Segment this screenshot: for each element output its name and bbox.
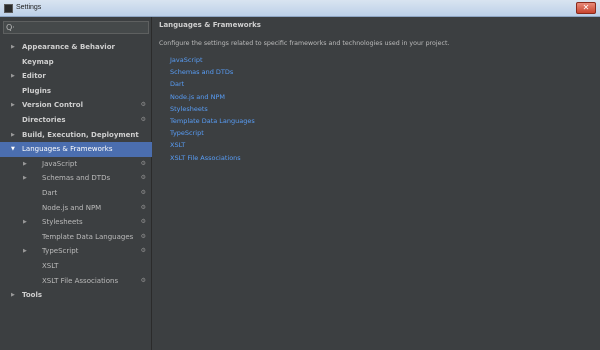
tree-item-label: Tools (22, 291, 43, 300)
tree-item[interactable]: XSLT File Associations ⚙ (0, 274, 152, 289)
project-settings-icon: ⚙ (140, 159, 146, 167)
tree-item[interactable]: ▶ TypeScript ⚙ (0, 244, 152, 259)
subsection-link[interactable]: JavaScript (170, 54, 255, 66)
collapse-arrow-icon[interactable]: ▶ (23, 157, 27, 172)
content-panel: Languages & Frameworks Configure the set… (153, 17, 600, 350)
settings-sidebar: Q· ▶ Appearance & Behavior Keymap ▶ Editor Pl… (0, 17, 152, 350)
tree-item[interactable]: Keymap (0, 55, 152, 70)
project-settings-icon: ⚙ (140, 232, 146, 240)
subsection-link[interactable]: XSLT File Associations (170, 152, 255, 164)
app-icon (4, 4, 13, 13)
subsection-link[interactable]: Template Data Languages (170, 115, 255, 127)
collapse-arrow-icon[interactable]: ▶ (11, 69, 15, 84)
subsection-link[interactable]: Stylesheets (170, 103, 255, 115)
title-bar: Settings ✕ (0, 0, 600, 17)
tree-item[interactable]: ▶ Appearance & Behavior (0, 40, 152, 55)
search-input[interactable]: Q· (3, 21, 149, 34)
window-title: Settings (16, 4, 42, 11)
collapse-arrow-icon[interactable]: ▶ (11, 288, 15, 303)
tree-item[interactable]: ▶ JavaScript ⚙ (0, 157, 152, 172)
tree-item-label: Plugins (22, 86, 52, 95)
tree-item-label: Schemas and DTDs (42, 174, 111, 183)
expand-arrow-icon[interactable]: ▼ (11, 142, 15, 157)
tree-item[interactable]: Directories ⚙ (0, 113, 152, 128)
search-icon: Q· (6, 23, 15, 32)
tree-item[interactable]: Node.js and NPM ⚙ (0, 201, 152, 216)
subsection-link[interactable]: Dart (170, 78, 255, 90)
tree-item-label: Directories (22, 115, 66, 124)
tree-item[interactable]: ▶ Editor (0, 69, 152, 84)
tree-item-label: Node.js and NPM (42, 203, 102, 212)
tree-item-label: Editor (22, 72, 46, 81)
tree-item[interactable]: Plugins (0, 84, 152, 99)
tree-item-label: Stylesheets (42, 218, 83, 227)
tree-item-label: TypeScript (42, 247, 79, 256)
close-button[interactable]: ✕ (576, 2, 596, 14)
subsection-links: JavaScript Schemas and DTDs Dart Node.js an… (170, 54, 255, 164)
tree-item-label: Build, Execution, Deployment (22, 130, 139, 139)
project-settings-icon: ⚙ (140, 188, 146, 196)
project-settings-icon: ⚙ (140, 203, 146, 211)
project-settings-icon: ⚙ (140, 174, 146, 182)
page-description: Configure the settings related to specif… (159, 40, 450, 47)
project-settings-icon: ⚙ (140, 247, 146, 255)
tree-item-label: Languages & Frameworks (22, 145, 113, 154)
tree-item-label: XSLT (42, 261, 59, 270)
subsection-link[interactable]: Schemas and DTDs (170, 66, 255, 78)
collapse-arrow-icon[interactable]: ▶ (23, 244, 27, 259)
project-settings-icon: ⚙ (140, 276, 146, 284)
tree-item[interactable]: XSLT (0, 259, 152, 274)
collapse-arrow-icon[interactable]: ▶ (23, 215, 27, 230)
tree-item[interactable]: ▶ Tools (0, 288, 152, 303)
settings-tree: ▶ Appearance & Behavior Keymap ▶ Editor Plugi… (0, 40, 152, 303)
tree-item[interactable]: Template Data Languages ⚙ (0, 230, 152, 245)
tree-item-label: JavaScript (42, 159, 78, 168)
tree-item[interactable]: ▶ Schemas and DTDs ⚙ (0, 171, 152, 186)
page-title: Languages & Frameworks (159, 21, 261, 29)
collapse-arrow-icon[interactable]: ▶ (11, 98, 15, 113)
collapse-arrow-icon[interactable]: ▶ (11, 40, 15, 55)
subsection-link[interactable]: XSLT (170, 139, 255, 151)
tree-item[interactable]: Dart ⚙ (0, 186, 152, 201)
collapse-arrow-icon[interactable]: ▶ (11, 128, 15, 143)
project-settings-icon: ⚙ (140, 218, 146, 226)
project-settings-icon: ⚙ (140, 115, 146, 123)
tree-item-label: Dart (42, 188, 58, 197)
tree-item-label: XSLT File Associations (42, 276, 119, 285)
tree-item-label: Template Data Languages (42, 232, 134, 241)
tree-item-label: Appearance & Behavior (22, 43, 115, 51)
tree-item[interactable]: ▶ Version Control ⚙ (0, 98, 152, 113)
project-settings-icon: ⚙ (140, 101, 146, 109)
tree-item[interactable]: ▼ Languages & Frameworks (0, 142, 152, 157)
tree-item-label: Version Control (22, 101, 83, 110)
tree-item[interactable]: ▶ Build, Execution, Deployment (0, 128, 152, 143)
collapse-arrow-icon[interactable]: ▶ (23, 171, 27, 186)
subsection-link[interactable]: TypeScript (170, 127, 255, 139)
tree-item[interactable]: ▶ Stylesheets ⚙ (0, 215, 152, 230)
tree-item-label: Keymap (22, 57, 54, 66)
subsection-link[interactable]: Node.js and NPM (170, 91, 255, 103)
